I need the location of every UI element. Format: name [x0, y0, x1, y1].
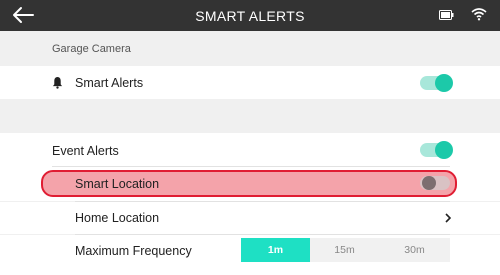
- wifi-icon: [471, 8, 487, 21]
- smart-alerts-label: Smart Alerts: [75, 76, 144, 90]
- bell-icon: [52, 77, 63, 89]
- battery-icon: [439, 10, 454, 20]
- home-location-row[interactable]: Home Location: [0, 202, 500, 234]
- smart-alerts-toggle[interactable]: [420, 74, 453, 92]
- smart-alerts-row: Smart Alerts: [0, 66, 500, 99]
- top-bar: SMART ALERTS: [0, 0, 500, 31]
- home-location-label: Home Location: [75, 211, 160, 225]
- frequency-option-15m[interactable]: 15m: [310, 238, 379, 262]
- smart-location-label: Smart Location: [75, 177, 160, 191]
- toggle-knob: [435, 74, 453, 92]
- event-alerts-toggle[interactable]: [420, 141, 453, 159]
- max-frequency-label: Maximum Frequency: [75, 244, 192, 258]
- event-alerts-label: Event Alerts: [52, 144, 119, 158]
- smart-location-toggle[interactable]: [420, 176, 450, 190]
- chevron-right-icon: [445, 213, 451, 223]
- event-alerts-row: Event Alerts: [0, 133, 500, 167]
- frequency-option-30m[interactable]: 30m: [379, 238, 450, 262]
- toggle-knob: [422, 176, 436, 190]
- toggle-knob: [435, 141, 453, 159]
- frequency-option-1m[interactable]: 1m: [241, 238, 310, 262]
- page-title: SMART ALERTS: [195, 8, 305, 24]
- section-header: Garage Camera: [0, 31, 500, 66]
- section-label: Garage Camera: [52, 43, 131, 55]
